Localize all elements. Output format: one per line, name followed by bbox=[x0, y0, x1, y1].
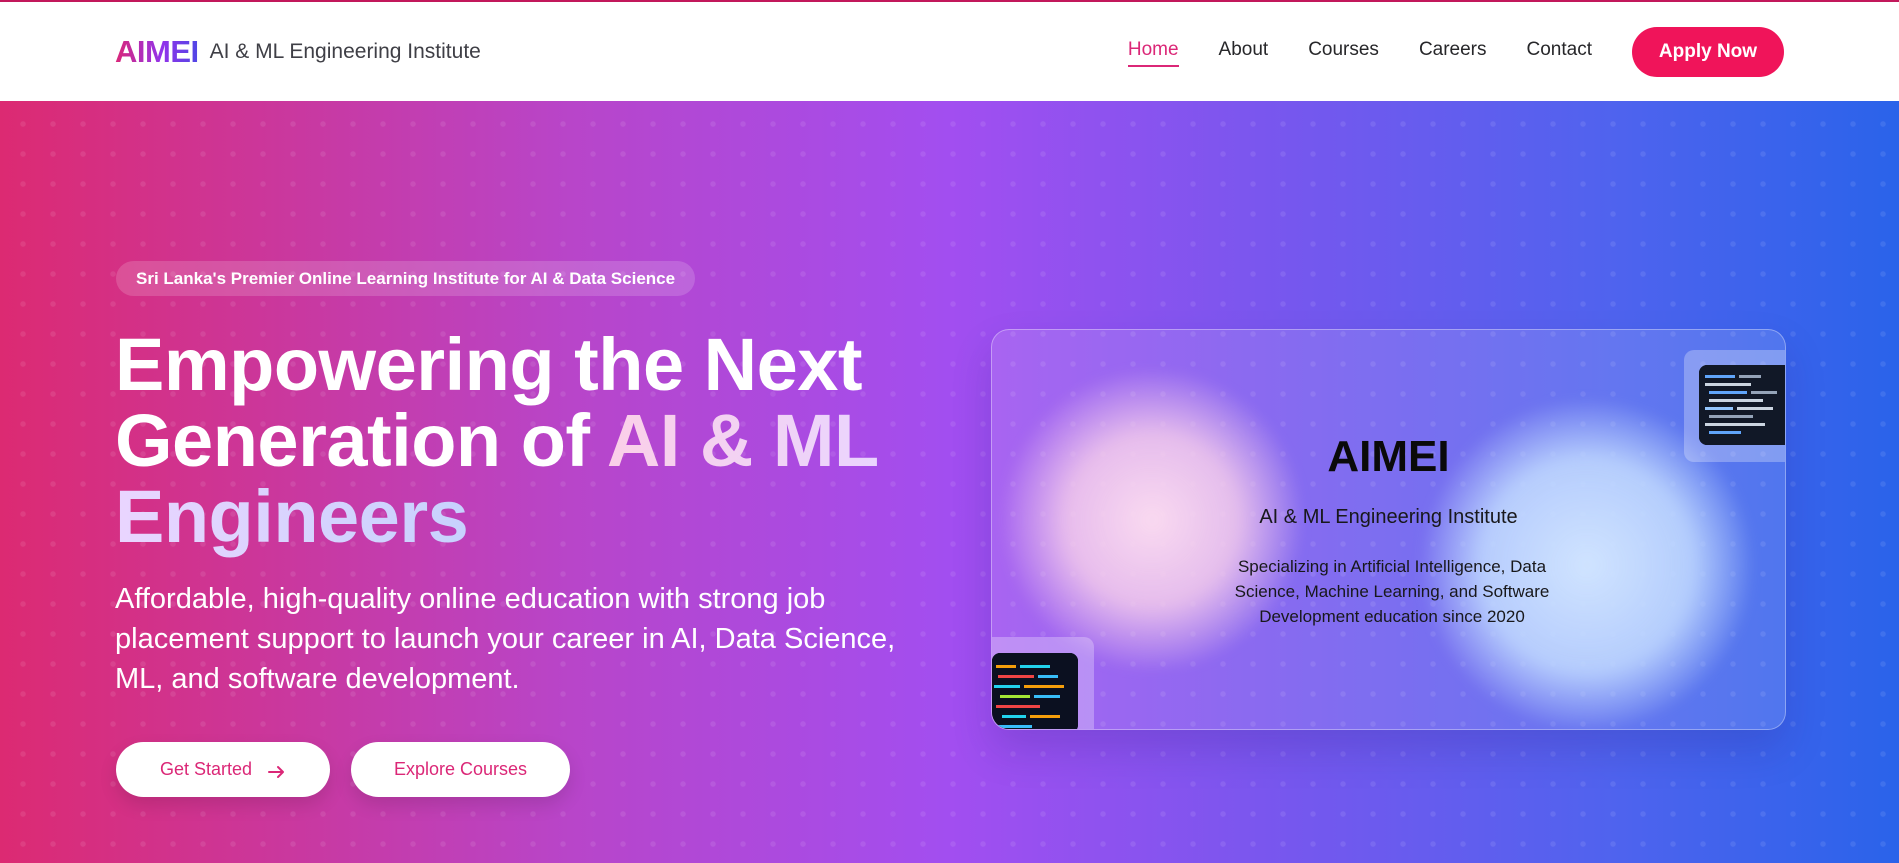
nav-home[interactable]: Home bbox=[1127, 39, 1179, 67]
nav-careers[interactable]: Careers bbox=[1419, 39, 1487, 65]
hero-card: AIMEI AI & ML Engineering Institute Spec… bbox=[991, 329, 1786, 730]
card-title: AIMEI bbox=[1327, 432, 1450, 481]
arrow-right-icon bbox=[268, 763, 286, 778]
brand-subtitle: AI & ML Engineering Institute bbox=[209, 39, 481, 63]
hero-badge: Sri Lanka's Premier Online Learning Inst… bbox=[116, 261, 696, 296]
code-thumbnail-bottom bbox=[992, 637, 1094, 729]
hero-headline: Empowering the Next Generation of AI & M… bbox=[115, 327, 935, 555]
brand[interactable]: AIMEI AI & ML Engineering Institute bbox=[115, 34, 481, 70]
nav-courses[interactable]: Courses bbox=[1308, 39, 1379, 65]
code-screen-image bbox=[992, 653, 1078, 729]
logo[interactable]: AIMEI bbox=[115, 34, 199, 70]
nav-about[interactable]: About bbox=[1219, 39, 1269, 65]
hero-section: Sri Lanka's Premier Online Learning Inst… bbox=[0, 101, 1899, 863]
get-started-label: Get Started bbox=[159, 759, 253, 779]
apply-now-button[interactable]: Apply Now bbox=[1632, 26, 1784, 77]
main-nav: Home About Courses Careers Contact Apply… bbox=[1088, 26, 1784, 77]
explore-courses-button[interactable]: Explore Courses bbox=[351, 742, 570, 797]
card-description: Specializing in Artificial Intelligence,… bbox=[1234, 557, 1550, 626]
card-subtitle: AI & ML Engineering Institute bbox=[1259, 506, 1518, 528]
get-started-button[interactable]: Get Started bbox=[116, 742, 330, 797]
hero-lead: Affordable, high-quality online educatio… bbox=[115, 583, 896, 695]
nav-contact[interactable]: Contact bbox=[1527, 39, 1592, 65]
site-header: AIMEI AI & ML Engineering Institute Home… bbox=[0, 0, 1899, 101]
